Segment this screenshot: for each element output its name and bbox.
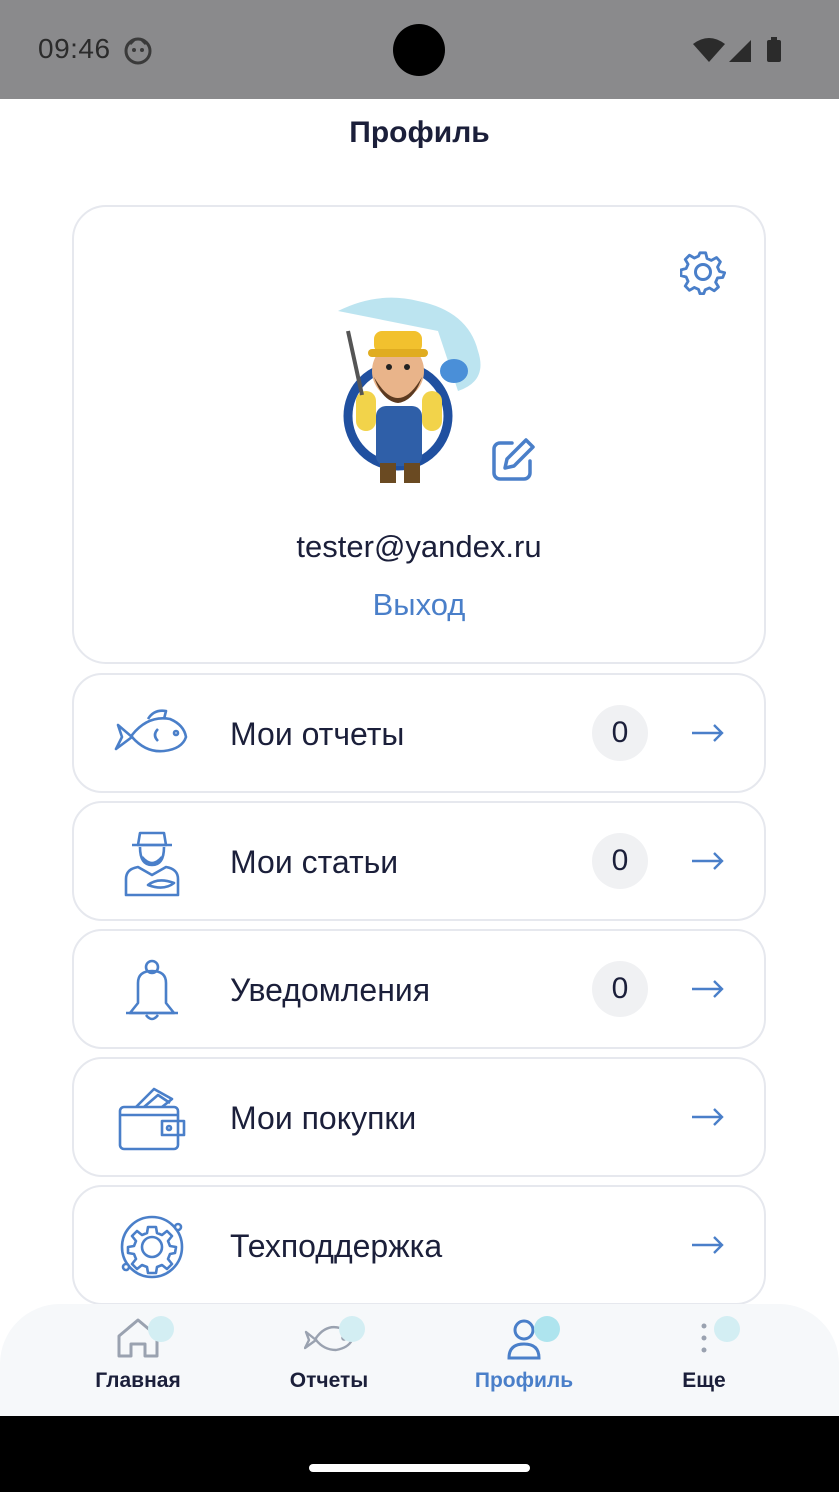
wallet-icon [118,1087,186,1151]
page-title: Профиль [349,116,490,149]
nav-tab-reports[interactable]: Отчеты [249,1304,409,1416]
bell-icon [126,959,178,1021]
menu-item-notifications[interactable]: Уведомления 0 [72,929,766,1049]
support-gear-icon [120,1215,184,1279]
menu-label: Мои статьи [230,844,399,880]
settings-gear-icon[interactable] [680,249,726,295]
signal-icon [729,40,751,62]
menu-item-my-reports[interactable]: Мои отчеты 0 [72,673,766,793]
count-badge: 0 [592,705,648,761]
arrow-right-icon [692,1108,724,1126]
fish-icon [114,709,188,753]
menu-item-support[interactable]: Техподдержка [72,1185,766,1305]
wifi-icon [693,38,725,62]
battery-icon [767,37,781,62]
nav-indicator-dot [534,1316,560,1342]
nav-label: Профиль [474,1369,574,1392]
profile-card: tester@yandex.ru Выход [72,205,766,664]
fisherman-avatar [338,297,481,483]
menu-item-my-purchases[interactable]: Мои покупки [72,1057,766,1177]
bottom-nav: Главная Отчеты Профиль Еще [0,1304,839,1416]
menu-item-my-articles[interactable]: Мои статьи 0 [72,801,766,921]
menu-label: Уведомления [230,972,431,1008]
nav-tab-home[interactable]: Главная [58,1304,218,1416]
nav-label: Еще [682,1369,726,1392]
camera-cutout [393,24,445,76]
count-badge: 0 [592,961,648,1017]
status-time: 09:46 [38,33,111,64]
logout-button[interactable]: Выход [74,587,764,623]
menu-label: Мои покупки [230,1100,417,1136]
nav-indicator-dot [148,1316,174,1342]
arrow-right-icon [692,724,724,742]
nav-indicator-dot [339,1316,365,1342]
status-bar: 09:46 [0,0,839,99]
nav-tab-more[interactable]: Еще [624,1304,784,1416]
status-icons [693,37,781,62]
nav-indicator-dot [714,1316,740,1342]
arrow-right-icon [692,852,724,870]
nav-tab-profile[interactable]: Профиль [444,1304,604,1416]
menu-label: Мои отчеты [230,716,405,752]
nav-label: Главная [95,1369,181,1392]
user-email: tester@yandex.ru [296,529,542,564]
arrow-right-icon [692,1236,724,1254]
nav-label: Отчеты [289,1369,369,1392]
fisherman-icon [124,831,180,897]
menu-label: Техподдержка [230,1228,443,1264]
home-gesture-handle[interactable] [309,1464,530,1472]
count-badge: 0 [592,833,648,889]
system-gesture-bar [0,1416,839,1492]
app-face-icon [124,37,152,65]
edit-avatar-icon[interactable] [490,435,538,483]
arrow-right-icon [692,980,724,998]
